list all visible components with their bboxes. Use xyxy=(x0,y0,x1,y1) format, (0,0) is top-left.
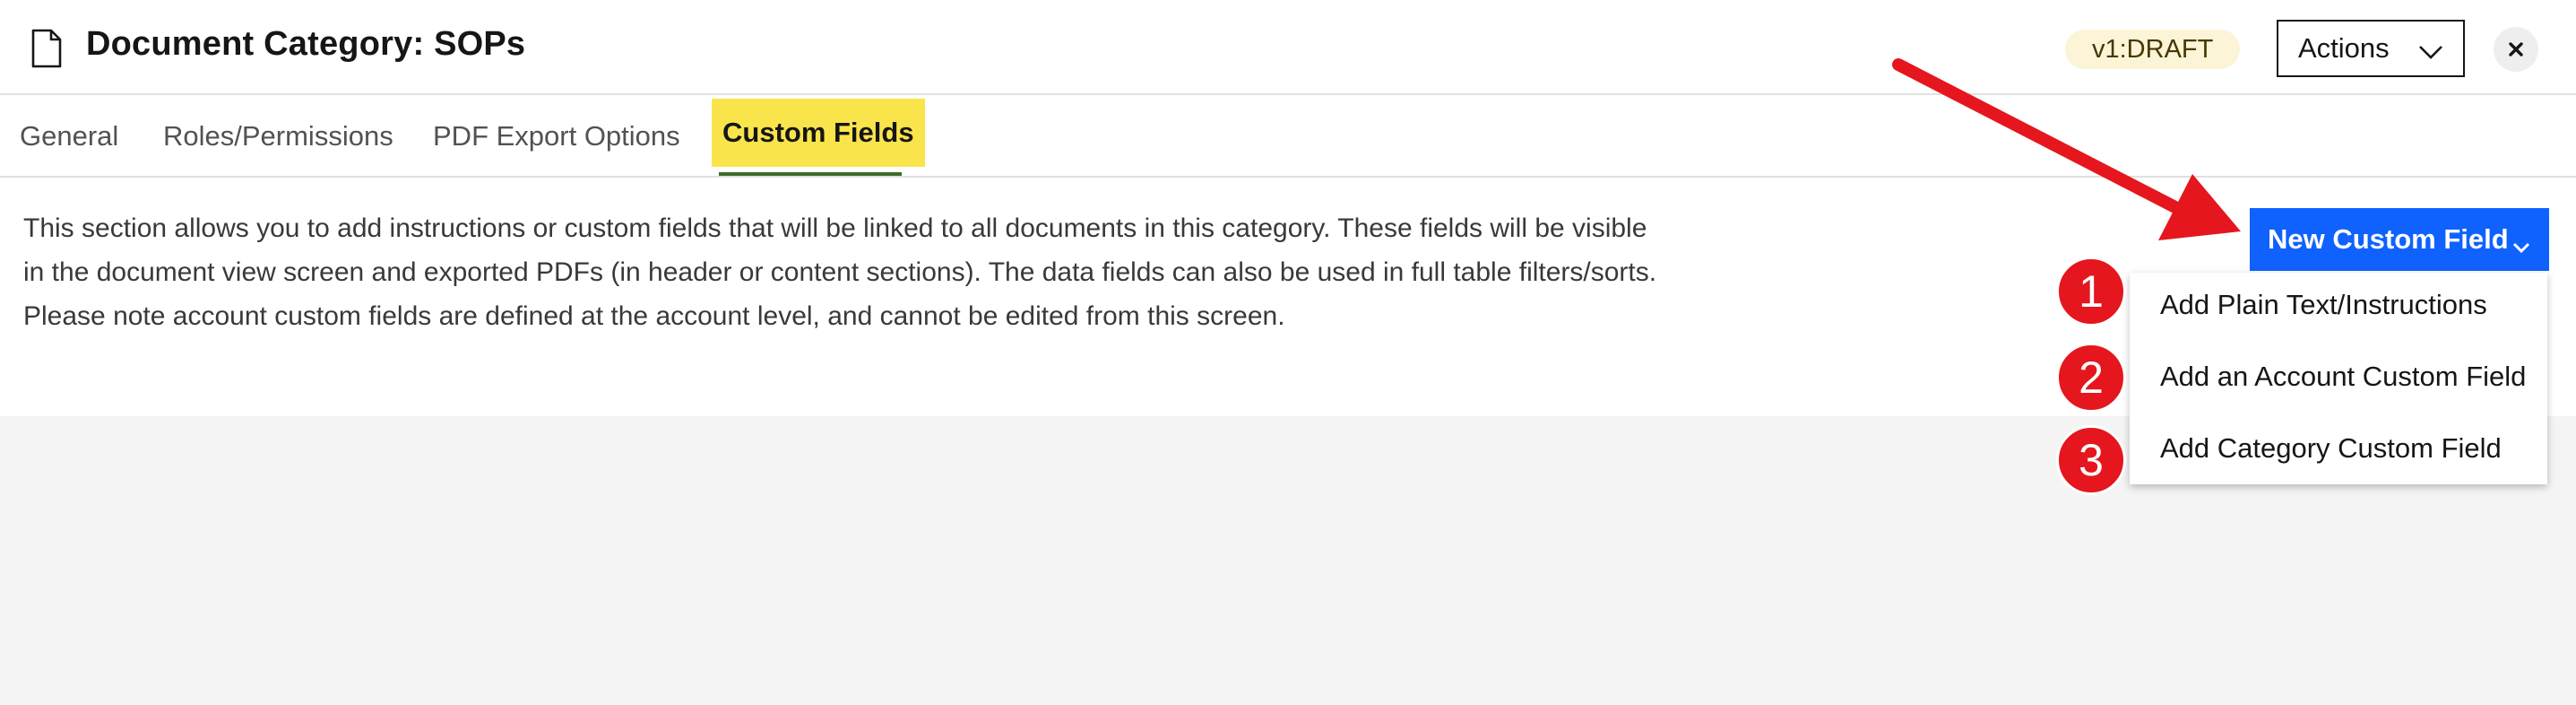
menu-item-add-account-custom-field[interactable]: Add an Account Custom Field xyxy=(2160,361,2526,393)
section-description: This section allows you to add instructi… xyxy=(23,206,1708,338)
new-custom-field-label: New Custom Field xyxy=(2268,223,2509,255)
version-status-badge: v1:DRAFT xyxy=(2065,30,2241,69)
menu-item-add-plain-text[interactable]: Add Plain Text/Instructions xyxy=(2160,289,2487,321)
tab-pdf-export-options[interactable]: PDF Export Options xyxy=(433,97,680,176)
close-button[interactable] xyxy=(2494,27,2538,72)
new-custom-field-button[interactable]: New Custom Field xyxy=(2250,208,2549,271)
close-icon xyxy=(2509,42,2523,57)
annotation-marker-2: 2 xyxy=(2056,343,2126,413)
annotation-marker-3: 3 xyxy=(2056,425,2126,495)
chevron-down-icon xyxy=(2511,231,2531,254)
page-title: Document Category: SOPs xyxy=(86,25,526,63)
description-line: Please note account custom fields are de… xyxy=(23,301,1285,331)
annotation-marker-1: 1 xyxy=(2056,257,2126,326)
description-line: This section allows you to add instructi… xyxy=(23,213,1647,243)
active-tab-indicator xyxy=(719,172,902,176)
actions-button-label: Actions xyxy=(2298,32,2390,64)
tab-general[interactable]: General xyxy=(20,97,118,176)
new-custom-field-menu: Add Plain Text/Instructions Add an Accou… xyxy=(2130,273,2547,484)
document-icon xyxy=(30,29,63,68)
tab-custom-fields[interactable]: Custom Fields xyxy=(712,99,925,167)
chevron-down-icon xyxy=(2418,38,2443,59)
tab-bar: General Roles/Permissions PDF Export Opt… xyxy=(0,97,2576,178)
actions-button[interactable]: Actions xyxy=(2277,20,2465,77)
page-header: Document Category: SOPs v1:DRAFT Actions xyxy=(0,0,2576,95)
description-line: in the document view screen and exported… xyxy=(23,257,1657,287)
tab-roles-permissions[interactable]: Roles/Permissions xyxy=(163,97,393,176)
menu-item-add-category-custom-field[interactable]: Add Category Custom Field xyxy=(2160,432,2502,465)
